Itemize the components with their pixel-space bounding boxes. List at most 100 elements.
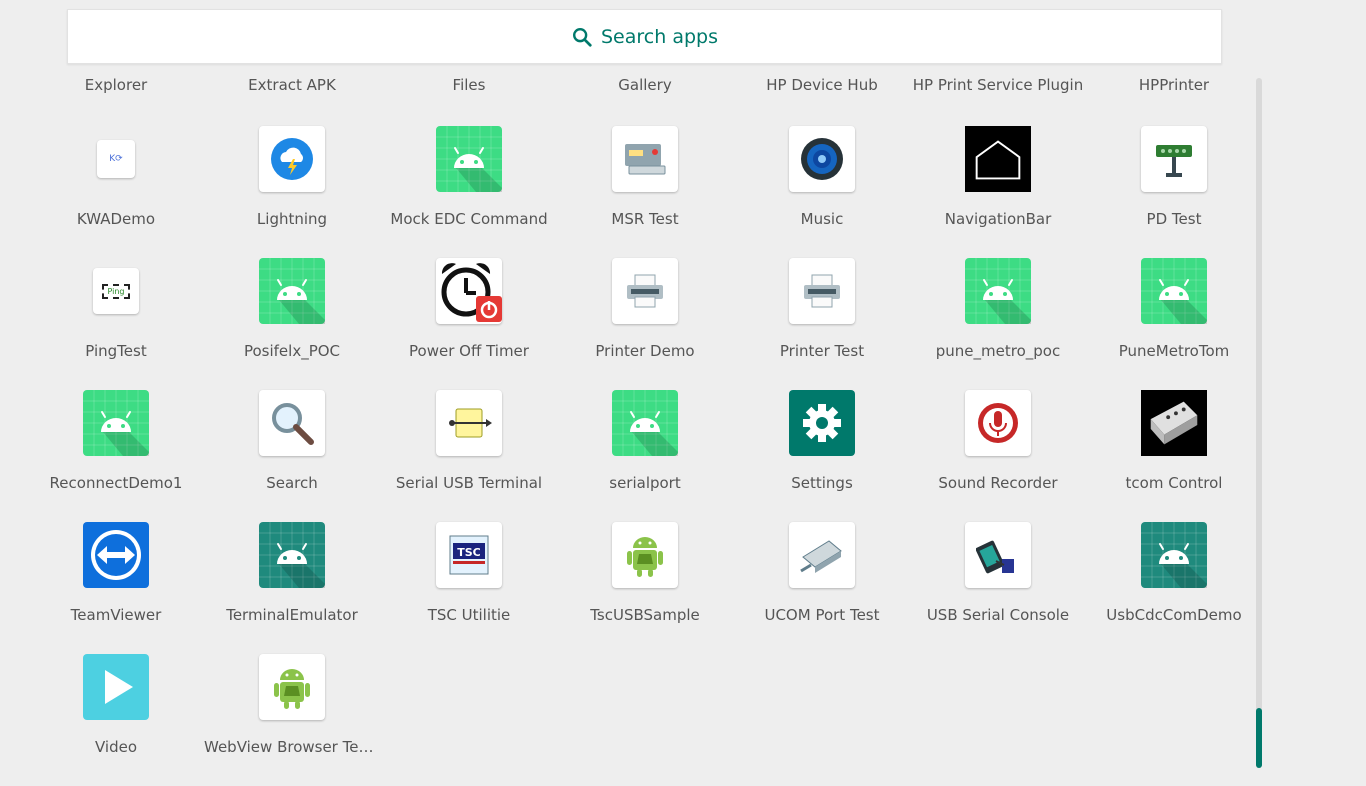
- android-icon[interactable]: [436, 126, 502, 192]
- app-label[interactable]: Files: [381, 76, 557, 94]
- app-label: Mock EDC Command: [390, 210, 548, 228]
- app-tile[interactable]: Printer Test: [734, 258, 910, 390]
- lightning-icon[interactable]: [259, 126, 325, 192]
- app-label: ReconnectDemo1: [49, 474, 183, 492]
- app-tile[interactable]: MSR Test: [557, 126, 733, 258]
- app-tile[interactable]: WebView Browser Tes…: [204, 654, 380, 786]
- app-label: Power Off Timer: [409, 342, 529, 360]
- app-tile[interactable]: TSC TSC Utilitie: [381, 522, 557, 654]
- app-tile[interactable]: Serial USB Terminal: [381, 390, 557, 522]
- android-robot-icon[interactable]: [259, 654, 325, 720]
- app-label[interactable]: HP Device Hub: [734, 76, 910, 94]
- speaker-icon[interactable]: [789, 126, 855, 192]
- app-tile[interactable]: ReconnectDemo1: [28, 390, 204, 522]
- app-label: tcom Control: [1125, 474, 1223, 492]
- app-tile[interactable]: PD Test: [1086, 126, 1262, 258]
- android-icon[interactable]: [83, 390, 149, 456]
- app-tile[interactable]: Posifelx_POC: [204, 258, 380, 390]
- app-tile[interactable]: Printer Demo: [557, 258, 733, 390]
- app-label: pune_metro_poc: [935, 342, 1061, 360]
- app-label: NavigationBar: [944, 210, 1052, 228]
- top-row-labels: Explorer Extract APK Files Gallery HP De…: [0, 76, 1260, 100]
- app-label[interactable]: Extract APK: [204, 76, 380, 94]
- alarm-power-icon[interactable]: [436, 258, 502, 324]
- app-tile[interactable]: Lightning: [204, 126, 380, 258]
- app-label: UsbCdcComDemo: [1106, 606, 1242, 624]
- android-teal-icon[interactable]: [1141, 522, 1207, 588]
- serial-connector-icon[interactable]: [1141, 390, 1207, 456]
- app-tile[interactable]: PuneMetroTom: [1086, 258, 1262, 390]
- display-sign-icon[interactable]: [1141, 126, 1207, 192]
- scrollbar-track[interactable]: [1256, 78, 1262, 768]
- android-icon[interactable]: [1141, 258, 1207, 324]
- tsc-icon[interactable]: TSC: [436, 522, 502, 588]
- microphone-icon[interactable]: [965, 390, 1031, 456]
- kwa-icon[interactable]: K⟳: [83, 126, 149, 192]
- app-label: serialport: [609, 474, 681, 492]
- usb-icon[interactable]: [436, 390, 502, 456]
- app-label: PingTest: [85, 342, 147, 360]
- printer-icon[interactable]: [789, 258, 855, 324]
- app-tile[interactable]: Video: [28, 654, 204, 786]
- app-label: Sound Recorder: [938, 474, 1058, 492]
- scrollbar-thumb[interactable]: [1256, 708, 1262, 768]
- app-label: Serial USB Terminal: [395, 474, 543, 492]
- app-tile[interactable]: tcom Control: [1086, 390, 1262, 522]
- app-tile[interactable]: USB Serial Console: [910, 522, 1086, 654]
- app-label[interactable]: HP Print Service Plugin: [910, 76, 1086, 94]
- usb-console-icon[interactable]: [965, 522, 1031, 588]
- app-label: Settings: [791, 474, 853, 492]
- ping-icon[interactable]: Ping: [83, 258, 149, 324]
- app-tile[interactable]: Settings: [734, 390, 910, 522]
- app-tile[interactable]: pune_metro_poc: [910, 258, 1086, 390]
- play-icon[interactable]: [83, 654, 149, 720]
- app-label: Printer Test: [779, 342, 865, 360]
- app-tile[interactable]: Ping PingTest: [28, 258, 204, 390]
- app-label: USB Serial Console: [926, 606, 1070, 624]
- app-label: PD Test: [1146, 210, 1202, 228]
- app-tile[interactable]: UCOM Port Test: [734, 522, 910, 654]
- app-tile[interactable]: Search: [204, 390, 380, 522]
- app-label: KWADemo: [76, 210, 156, 228]
- printer-icon[interactable]: [612, 258, 678, 324]
- magnifier-icon[interactable]: [259, 390, 325, 456]
- android-icon[interactable]: [259, 258, 325, 324]
- app-tile[interactable]: Power Off Timer: [381, 258, 557, 390]
- app-tile[interactable]: TeamViewer: [28, 522, 204, 654]
- app-label[interactable]: Gallery: [557, 76, 733, 94]
- app-label: Video: [94, 738, 138, 756]
- app-tile[interactable]: Music: [734, 126, 910, 258]
- app-label: Search: [266, 474, 318, 492]
- app-label: PuneMetroTom: [1118, 342, 1230, 360]
- teamviewer-icon[interactable]: [83, 522, 149, 588]
- android-icon[interactable]: [612, 390, 678, 456]
- app-label: MSR Test: [611, 210, 679, 228]
- home-outline-icon[interactable]: [965, 126, 1031, 192]
- app-label: WebView Browser Tes…: [204, 738, 380, 756]
- android-robot-icon[interactable]: [612, 522, 678, 588]
- app-label: TeamViewer: [70, 606, 162, 624]
- app-label: TerminalEmulator: [226, 606, 358, 624]
- app-label: Lightning: [256, 210, 328, 228]
- app-tile[interactable]: Sound Recorder: [910, 390, 1086, 522]
- app-tile[interactable]: TerminalEmulator: [204, 522, 380, 654]
- app-tile[interactable]: serialport: [557, 390, 733, 522]
- search-apps-bar[interactable]: Search apps: [67, 9, 1222, 64]
- android-teal-icon[interactable]: [259, 522, 325, 588]
- android-icon[interactable]: [965, 258, 1031, 324]
- app-tile[interactable]: K⟳ KWADemo: [28, 126, 204, 258]
- app-label: Posifelx_POC: [243, 342, 341, 360]
- app-tile[interactable]: TscUSBSample: [557, 522, 733, 654]
- port-icon[interactable]: [789, 522, 855, 588]
- app-tile[interactable]: NavigationBar: [910, 126, 1086, 258]
- app-tile[interactable]: UsbCdcComDemo: [1086, 522, 1262, 654]
- app-label[interactable]: Explorer: [28, 76, 204, 94]
- search-apps-label: Search apps: [601, 25, 718, 48]
- app-label: Music: [800, 210, 844, 228]
- card-reader-icon[interactable]: [612, 126, 678, 192]
- app-tile[interactable]: Mock EDC Command: [381, 126, 557, 258]
- app-label[interactable]: HPPrinter: [1086, 76, 1262, 94]
- svg-text:TSC: TSC: [457, 546, 481, 559]
- gear-icon[interactable]: [789, 390, 855, 456]
- app-label: TSC Utilitie: [427, 606, 511, 624]
